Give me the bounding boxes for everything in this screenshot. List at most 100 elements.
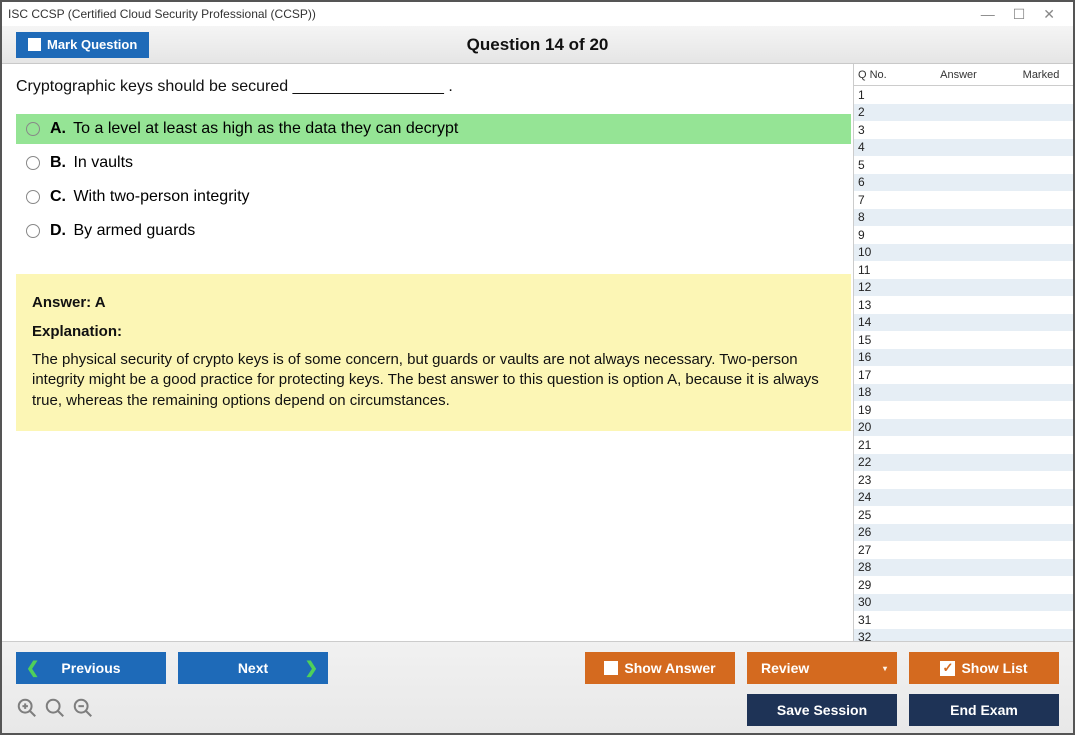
question-row[interactable]: 19 (854, 401, 1073, 419)
question-row[interactable]: 24 (854, 489, 1073, 507)
question-row[interactable]: 1 (854, 86, 1073, 104)
question-row[interactable]: 4 (854, 139, 1073, 157)
question-row[interactable]: 32 (854, 629, 1073, 642)
review-button[interactable]: Review (747, 652, 897, 684)
question-row[interactable]: 26 (854, 524, 1073, 542)
question-row[interactable]: 25 (854, 506, 1073, 524)
next-button[interactable]: Next ❯ (178, 652, 328, 684)
close-icon[interactable]: ✕ (1043, 6, 1055, 23)
checked-icon: ✓ (940, 661, 955, 676)
question-row[interactable]: 20 (854, 419, 1073, 437)
question-row[interactable]: 10 (854, 244, 1073, 262)
row-number: 4 (854, 140, 884, 154)
footer-bar: ❮ Previous Next ❯ Show Answer Review ✓ S… (2, 641, 1073, 733)
chevron-left-icon: ❮ (26, 658, 39, 678)
answer-label: Answer: A (32, 294, 835, 311)
option-letter: B. (50, 154, 66, 171)
row-number: 1 (854, 88, 884, 102)
question-row[interactable]: 5 (854, 156, 1073, 174)
previous-button[interactable]: ❮ Previous (16, 652, 166, 684)
question-row[interactable]: 3 (854, 121, 1073, 139)
question-header-bar: Mark Question Question 14 of 20 (2, 26, 1073, 64)
question-row[interactable]: 28 (854, 559, 1073, 577)
row-number: 31 (854, 613, 884, 627)
zoom-out-icon[interactable] (72, 697, 94, 723)
mark-question-label: Mark Question (47, 37, 137, 52)
review-label: Review (761, 660, 809, 676)
option-D[interactable]: D. By armed guards (16, 216, 851, 246)
end-exam-label: End Exam (950, 702, 1018, 718)
row-number: 24 (854, 490, 884, 504)
window-title: ISC CCSP (Certified Cloud Security Profe… (8, 7, 981, 21)
question-row[interactable]: 8 (854, 209, 1073, 227)
row-number: 27 (854, 543, 884, 557)
option-A[interactable]: A. To a level at least as high as the da… (16, 114, 851, 144)
question-row[interactable]: 18 (854, 384, 1073, 402)
window-controls: — ☐ ✕ (981, 6, 1067, 23)
option-letter: A. (50, 120, 66, 137)
question-row[interactable]: 17 (854, 366, 1073, 384)
radio-icon (26, 224, 40, 238)
question-row[interactable]: 15 (854, 331, 1073, 349)
question-row[interactable]: 11 (854, 261, 1073, 279)
question-row[interactable]: 6 (854, 174, 1073, 192)
footer-row-2: Save Session End Exam (16, 694, 1059, 726)
question-prompt: Cryptographic keys should be secured ___… (16, 78, 853, 96)
row-number: 8 (854, 210, 884, 224)
radio-icon (26, 122, 40, 136)
show-answer-button[interactable]: Show Answer (585, 652, 735, 684)
explanation-label: Explanation: (32, 323, 835, 340)
question-row[interactable]: 7 (854, 191, 1073, 209)
previous-label: Previous (61, 660, 120, 676)
chevron-right-icon: ❯ (305, 658, 318, 678)
row-number: 32 (854, 630, 884, 641)
save-session-label: Save Session (777, 702, 867, 718)
sidebar-rows-scroll[interactable]: 1234567891011121314151617181920212223242… (854, 86, 1073, 641)
question-row[interactable]: 16 (854, 349, 1073, 367)
question-row[interactable]: 13 (854, 296, 1073, 314)
col-marked-header: Marked (1013, 69, 1069, 81)
row-number: 21 (854, 438, 884, 452)
question-row[interactable]: 29 (854, 576, 1073, 594)
zoom-reset-icon[interactable] (16, 697, 38, 723)
row-number: 18 (854, 385, 884, 399)
row-number: 10 (854, 245, 884, 259)
row-number: 13 (854, 298, 884, 312)
question-row[interactable]: 9 (854, 226, 1073, 244)
question-counter: Question 14 of 20 (467, 35, 609, 55)
question-row[interactable]: 27 (854, 541, 1073, 559)
row-number: 25 (854, 508, 884, 522)
option-letter: D. (50, 222, 66, 239)
next-label: Next (238, 660, 268, 676)
maximize-icon[interactable]: ☐ (1013, 6, 1026, 23)
option-B[interactable]: B. In vaults (16, 148, 851, 178)
title-bar: ISC CCSP (Certified Cloud Security Profe… (2, 2, 1073, 26)
save-session-button[interactable]: Save Session (747, 694, 897, 726)
question-row[interactable]: 30 (854, 594, 1073, 612)
option-C[interactable]: C. With two-person integrity (16, 182, 851, 212)
end-exam-button[interactable]: End Exam (909, 694, 1059, 726)
mark-question-button[interactable]: Mark Question (16, 32, 149, 58)
content-area: Cryptographic keys should be secured ___… (2, 64, 1073, 641)
question-row[interactable]: 23 (854, 471, 1073, 489)
app-window: ISC CCSP (Certified Cloud Security Profe… (0, 0, 1075, 735)
show-list-label: Show List (961, 660, 1027, 676)
option-text: In vaults (73, 154, 133, 171)
option-letter: C. (50, 188, 66, 205)
question-panel: Cryptographic keys should be secured ___… (2, 64, 853, 641)
row-number: 22 (854, 455, 884, 469)
question-row[interactable]: 21 (854, 436, 1073, 454)
minimize-icon[interactable]: — (981, 6, 995, 23)
show-list-button[interactable]: ✓ Show List (909, 652, 1059, 684)
question-row[interactable]: 22 (854, 454, 1073, 472)
zoom-controls (16, 697, 94, 723)
question-row[interactable]: 2 (854, 104, 1073, 122)
explanation-text: The physical security of crypto keys is … (32, 350, 835, 411)
row-number: 20 (854, 420, 884, 434)
question-row[interactable]: 31 (854, 611, 1073, 629)
zoom-in-icon[interactable] (44, 697, 66, 723)
row-number: 17 (854, 368, 884, 382)
row-number: 26 (854, 525, 884, 539)
question-row[interactable]: 12 (854, 279, 1073, 297)
question-row[interactable]: 14 (854, 314, 1073, 332)
